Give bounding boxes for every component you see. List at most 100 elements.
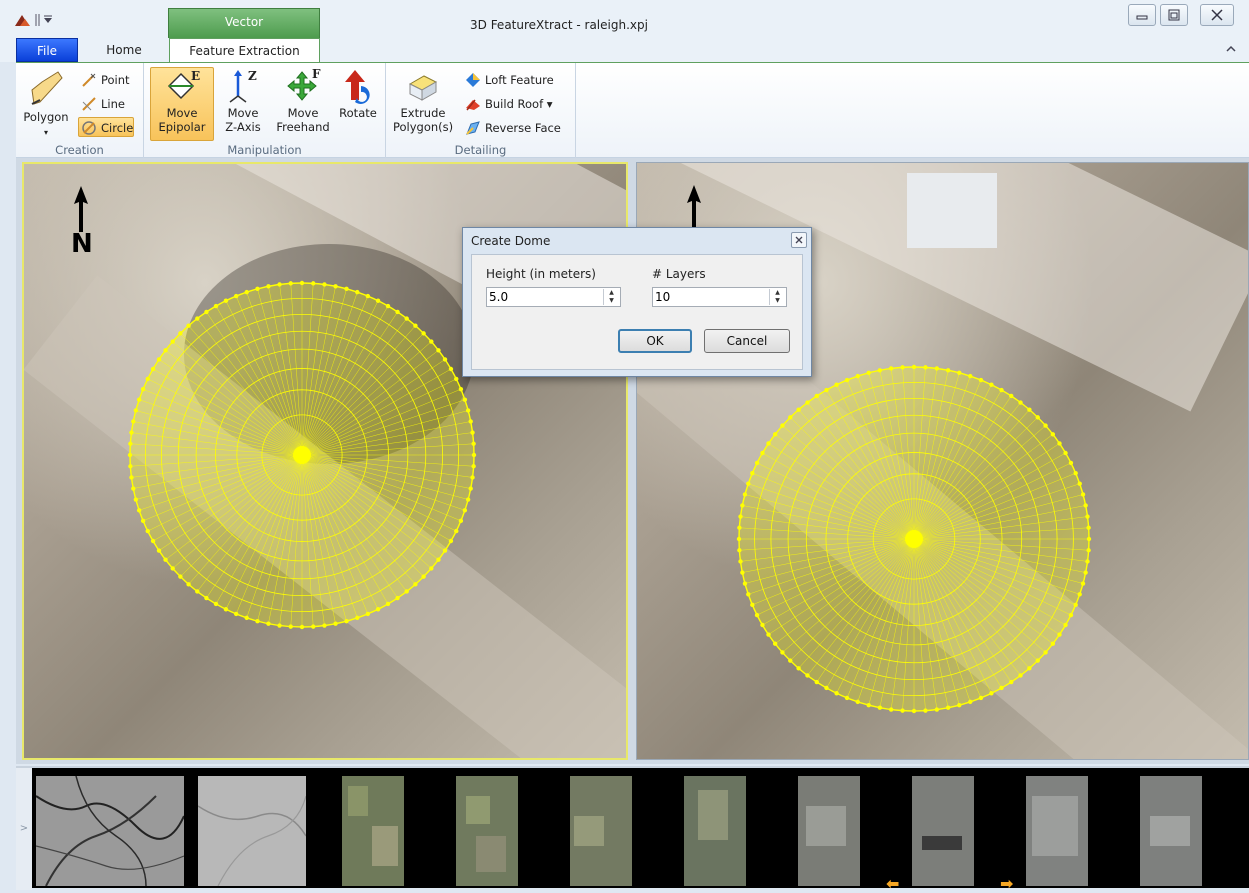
move-epipolar-button[interactable]: E Move Epipolar — [150, 67, 214, 141]
dome-vertex — [978, 695, 984, 701]
layers-input[interactable] — [655, 289, 765, 305]
circle-label: Circle — [101, 121, 134, 135]
dome-vertex — [844, 695, 850, 701]
thumbnail-hillshade[interactable] — [198, 776, 306, 886]
height-spinner-arrows[interactable]: ▲ ▼ — [603, 289, 619, 305]
dome-vertex — [1080, 492, 1086, 497]
dome-apex — [905, 530, 923, 548]
thumbnail-aerial-7[interactable] — [1026, 776, 1088, 886]
minimize-button[interactable] — [1128, 4, 1156, 26]
close-button[interactable] — [1200, 4, 1234, 26]
ok-button[interactable]: OK — [618, 329, 692, 353]
tab-file[interactable]: File — [16, 38, 78, 62]
height-spinner[interactable]: ▲ ▼ — [486, 287, 621, 307]
dome-vertex — [877, 705, 883, 710]
spin-up-icon[interactable]: ▲ — [770, 289, 785, 297]
filmstrip-toggle[interactable]: > — [16, 768, 32, 890]
thumbnail-aerial-8[interactable] — [1140, 776, 1202, 886]
detailing-group-label: Detailing — [454, 143, 507, 157]
thumbnail-aerial-5[interactable] — [798, 776, 860, 886]
cancel-button[interactable]: Cancel — [704, 329, 790, 353]
ribbon-collapse-button[interactable] — [1225, 43, 1237, 58]
dome-vertex — [470, 430, 475, 435]
thumbnail-aerial-1[interactable] — [342, 776, 404, 886]
dome-vertex — [746, 592, 751, 597]
dome-vertex — [824, 387, 829, 393]
dome-vertex — [750, 602, 755, 608]
context-tab-vector: Vector — [168, 8, 320, 38]
dome-vertex — [429, 339, 434, 344]
spin-down-icon[interactable]: ▼ — [770, 297, 785, 305]
loft-feature-label: Loft Feature — [485, 73, 554, 87]
create-dome-dialog: Create Dome Height (in meters) ▲ ▼ # Lay… — [462, 227, 812, 377]
rotate-button[interactable]: Rotate — [334, 67, 382, 141]
height-input[interactable] — [489, 289, 599, 305]
dome-vertex — [131, 419, 136, 424]
tab-home[interactable]: Home — [82, 38, 166, 62]
dome-vertex — [1027, 666, 1032, 671]
dome-vertex — [740, 570, 745, 575]
dome-vertex — [766, 632, 771, 637]
layers-spinner-arrows[interactable]: ▲ ▼ — [769, 289, 785, 305]
dome-vertex — [1050, 432, 1056, 437]
build-roof-button[interactable]: Build Roof ▾ — [462, 93, 554, 113]
layers-spinner[interactable]: ▲ ▼ — [652, 287, 787, 307]
dome-vertex — [989, 691, 994, 696]
dome-vertex — [737, 548, 742, 553]
svg-text:F: F — [312, 68, 321, 81]
polygon-button[interactable]: Polygon ▾ — [18, 67, 74, 141]
dome-vertex — [385, 601, 391, 607]
prev-arrow-icon[interactable]: ⬅ — [886, 874, 899, 893]
dome-vertex — [322, 623, 327, 628]
dome-vertex — [945, 368, 951, 373]
quick-access-toolbar[interactable] — [14, 12, 54, 28]
restore-button[interactable] — [1160, 4, 1188, 26]
spin-down-icon[interactable]: ▼ — [604, 297, 619, 305]
dome-vertex — [128, 464, 133, 469]
dome-vertex — [436, 557, 441, 562]
height-label: Height (in meters) — [486, 267, 596, 281]
line-button[interactable]: Line — [78, 93, 126, 113]
dome-apex — [293, 446, 311, 464]
thumbnail-aerial-2[interactable] — [456, 776, 518, 886]
dome-vertex — [129, 475, 134, 480]
thumbnail-aerial-6[interactable] — [912, 776, 974, 886]
point-button[interactable]: Point — [78, 69, 131, 89]
restore-icon — [1168, 9, 1180, 21]
circle-button[interactable]: Circle — [78, 117, 135, 137]
dome-vertex — [131, 486, 136, 491]
dome-vertex — [145, 376, 150, 382]
dome-vertex — [299, 280, 305, 286]
dome-vertex — [805, 673, 810, 678]
dome-vertex — [311, 624, 316, 629]
move-freehand-button[interactable]: F Move Freehand — [274, 67, 332, 141]
spin-up-icon[interactable]: ▲ — [604, 289, 619, 297]
dialog-close-button[interactable] — [791, 232, 807, 248]
dome-vertex — [233, 611, 239, 617]
dome-vertex — [989, 382, 994, 387]
next-arrow-icon[interactable]: ➡ — [1000, 874, 1013, 893]
detailing-group: Extrude Polygon(s) Loft Feature Build Ro… — [386, 63, 576, 159]
tab-feature-extraction[interactable]: Feature Extraction — [169, 38, 320, 62]
dome-vertex — [750, 470, 755, 476]
dome-vertex — [754, 460, 760, 466]
dome-vertex — [766, 441, 771, 446]
extrude-polygons-button[interactable]: Extrude Polygon(s) — [392, 67, 454, 141]
dome-vertex — [866, 370, 871, 376]
dome-vertex — [195, 589, 200, 594]
move-epipolar-icon: E — [167, 69, 200, 100]
move-z-axis-button[interactable]: Z Move Z-Axis — [216, 67, 270, 141]
dome-vertex — [170, 566, 175, 571]
dome-vertex — [1080, 581, 1086, 586]
creation-group: Polygon ▾ Point Line Circle Creation — [16, 63, 144, 159]
line-icon — [82, 97, 96, 111]
dome-vertex — [365, 293, 371, 299]
reverse-face-button[interactable]: Reverse Face — [462, 117, 562, 137]
dome-vertex — [465, 497, 471, 502]
loft-feature-button[interactable]: Loft Feature — [462, 69, 555, 89]
thumbnail-dem[interactable] — [36, 776, 184, 886]
manipulation-group: E Move Epipolar Z Move Z-Axis F Move Fre… — [144, 63, 386, 159]
dome-vertex — [1077, 592, 1082, 597]
thumbnail-aerial-4[interactable] — [684, 776, 746, 886]
thumbnail-aerial-3[interactable] — [570, 776, 632, 886]
